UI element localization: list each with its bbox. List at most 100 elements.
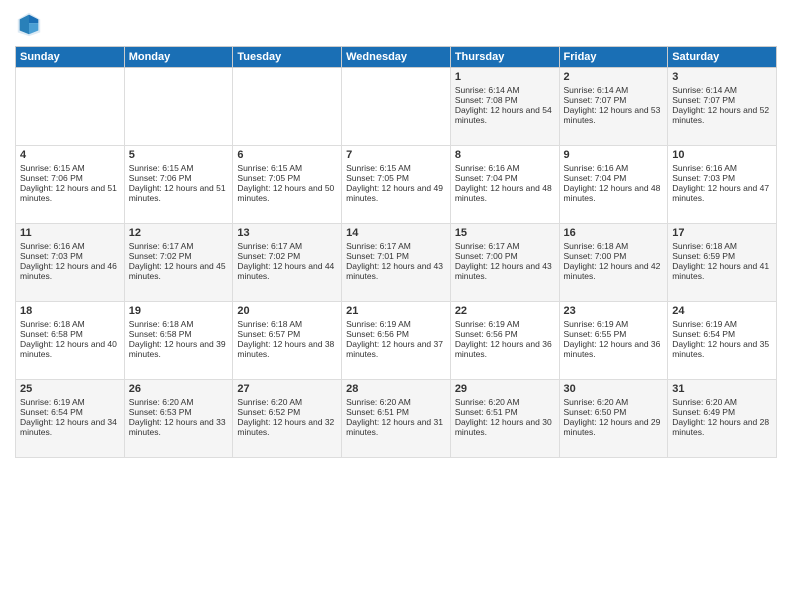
day-number: 10: [672, 149, 772, 161]
sunrise-text: Sunrise: 6:17 AM: [237, 241, 337, 251]
calendar-cell: [16, 68, 125, 146]
calendar-cell: 28Sunrise: 6:20 AMSunset: 6:51 PMDayligh…: [342, 380, 451, 458]
daylight-text: Daylight: 12 hours and 43 minutes.: [455, 261, 555, 281]
calendar-week-row: 18Sunrise: 6:18 AMSunset: 6:58 PMDayligh…: [16, 302, 777, 380]
calendar-cell: 15Sunrise: 6:17 AMSunset: 7:00 PMDayligh…: [450, 224, 559, 302]
day-number: 18: [20, 305, 120, 317]
daylight-text: Daylight: 12 hours and 35 minutes.: [672, 339, 772, 359]
sunset-text: Sunset: 7:02 PM: [237, 251, 337, 261]
day-header-tuesday: Tuesday: [233, 47, 342, 68]
daylight-text: Daylight: 12 hours and 29 minutes.: [564, 417, 664, 437]
daylight-text: Daylight: 12 hours and 49 minutes.: [346, 183, 446, 203]
sunset-text: Sunset: 6:51 PM: [346, 407, 446, 417]
sunrise-text: Sunrise: 6:16 AM: [20, 241, 120, 251]
calendar-week-row: 11Sunrise: 6:16 AMSunset: 7:03 PMDayligh…: [16, 224, 777, 302]
sunset-text: Sunset: 6:49 PM: [672, 407, 772, 417]
day-number: 27: [237, 383, 337, 395]
sunset-text: Sunset: 7:08 PM: [455, 95, 555, 105]
daylight-text: Daylight: 12 hours and 51 minutes.: [129, 183, 229, 203]
day-header-saturday: Saturday: [668, 47, 777, 68]
sunrise-text: Sunrise: 6:18 AM: [20, 319, 120, 329]
daylight-text: Daylight: 12 hours and 48 minutes.: [455, 183, 555, 203]
sunrise-text: Sunrise: 6:15 AM: [129, 163, 229, 173]
sunrise-text: Sunrise: 6:18 AM: [564, 241, 664, 251]
daylight-text: Daylight: 12 hours and 36 minutes.: [455, 339, 555, 359]
calendar-cell: 2Sunrise: 6:14 AMSunset: 7:07 PMDaylight…: [559, 68, 668, 146]
calendar-cell: 6Sunrise: 6:15 AMSunset: 7:05 PMDaylight…: [233, 146, 342, 224]
calendar-cell: 23Sunrise: 6:19 AMSunset: 6:55 PMDayligh…: [559, 302, 668, 380]
day-header-wednesday: Wednesday: [342, 47, 451, 68]
day-number: 7: [346, 149, 446, 161]
daylight-text: Daylight: 12 hours and 46 minutes.: [20, 261, 120, 281]
sunrise-text: Sunrise: 6:17 AM: [455, 241, 555, 251]
calendar-cell: [342, 68, 451, 146]
daylight-text: Daylight: 12 hours and 53 minutes.: [564, 105, 664, 125]
sunset-text: Sunset: 7:06 PM: [20, 173, 120, 183]
sunrise-text: Sunrise: 6:15 AM: [20, 163, 120, 173]
daylight-text: Daylight: 12 hours and 38 minutes.: [237, 339, 337, 359]
sunset-text: Sunset: 6:58 PM: [20, 329, 120, 339]
daylight-text: Daylight: 12 hours and 33 minutes.: [129, 417, 229, 437]
sunrise-text: Sunrise: 6:18 AM: [237, 319, 337, 329]
calendar-cell: 4Sunrise: 6:15 AMSunset: 7:06 PMDaylight…: [16, 146, 125, 224]
calendar-cell: 26Sunrise: 6:20 AMSunset: 6:53 PMDayligh…: [124, 380, 233, 458]
day-header-sunday: Sunday: [16, 47, 125, 68]
calendar-cell: 12Sunrise: 6:17 AMSunset: 7:02 PMDayligh…: [124, 224, 233, 302]
sunset-text: Sunset: 7:07 PM: [672, 95, 772, 105]
sunrise-text: Sunrise: 6:16 AM: [564, 163, 664, 173]
sunset-text: Sunset: 7:07 PM: [564, 95, 664, 105]
sunrise-text: Sunrise: 6:20 AM: [237, 397, 337, 407]
sunset-text: Sunset: 6:56 PM: [346, 329, 446, 339]
calendar-cell: 20 Sunrise: 6:18 AMSunset: 6:57 PMDayligh…: [233, 302, 342, 380]
calendar-week-row: 4Sunrise: 6:15 AMSunset: 7:06 PMDaylight…: [16, 146, 777, 224]
sunrise-text: Sunrise: 6:14 AM: [455, 85, 555, 95]
sunset-text: Sunset: 6:51 PM: [455, 407, 555, 417]
daylight-text: Daylight: 12 hours and 39 minutes.: [129, 339, 229, 359]
calendar-cell: 24Sunrise: 6:19 AMSunset: 6:54 PMDayligh…: [668, 302, 777, 380]
sunset-text: Sunset: 6:58 PM: [129, 329, 229, 339]
calendar-cell: 17Sunrise: 6:18 AMSunset: 6:59 PMDayligh…: [668, 224, 777, 302]
daylight-text: Daylight: 12 hours and 30 minutes.: [455, 417, 555, 437]
sunrise-text: Sunrise: 6:14 AM: [672, 85, 772, 95]
day-number: 16: [564, 227, 664, 239]
day-number: 5: [129, 149, 229, 161]
sunrise-text: Sunrise: 6:19 AM: [455, 319, 555, 329]
day-number: 23: [564, 305, 664, 317]
day-number: 29: [455, 383, 555, 395]
daylight-text: Daylight: 12 hours and 36 minutes.: [564, 339, 664, 359]
sunrise-text: Sunrise: 6:15 AM: [237, 163, 337, 173]
daylight-text: Daylight: 12 hours and 44 minutes.: [237, 261, 337, 281]
daylight-text: Daylight: 12 hours and 28 minutes.: [672, 417, 772, 437]
day-number: 19: [129, 305, 229, 317]
sunrise-text: Sunrise: 6:14 AM: [564, 85, 664, 95]
calendar-cell: 18Sunrise: 6:18 AMSunset: 6:58 PMDayligh…: [16, 302, 125, 380]
sunrise-text: Sunrise: 6:18 AM: [672, 241, 772, 251]
sunrise-text: Sunrise: 6:19 AM: [20, 397, 120, 407]
day-number: 11: [20, 227, 120, 239]
sunrise-text: Sunrise: 6:19 AM: [672, 319, 772, 329]
calendar-table: SundayMondayTuesdayWednesdayThursdayFrid…: [15, 46, 777, 458]
daylight-text: Daylight: 12 hours and 32 minutes.: [237, 417, 337, 437]
calendar-cell: [124, 68, 233, 146]
day-number: 3: [672, 71, 772, 83]
sunset-text: Sunset: 6:57 PM: [237, 329, 337, 339]
sunrise-text: Sunrise: 6:20 AM: [672, 397, 772, 407]
daylight-text: Daylight: 12 hours and 41 minutes.: [672, 261, 772, 281]
sunset-text: Sunset: 7:05 PM: [237, 173, 337, 183]
sunset-text: Sunset: 6:50 PM: [564, 407, 664, 417]
sunset-text: Sunset: 6:55 PM: [564, 329, 664, 339]
day-number: 28: [346, 383, 446, 395]
day-number: 6: [237, 149, 337, 161]
day-number: 20: [237, 305, 337, 317]
day-number: 13: [237, 227, 337, 239]
day-header-friday: Friday: [559, 47, 668, 68]
calendar-cell: [233, 68, 342, 146]
day-header-monday: Monday: [124, 47, 233, 68]
sunrise-text: Sunrise: 6:18 AM: [129, 319, 229, 329]
day-header-thursday: Thursday: [450, 47, 559, 68]
sunset-text: Sunset: 7:03 PM: [20, 251, 120, 261]
calendar-cell: 3Sunrise: 6:14 AMSunset: 7:07 PMDaylight…: [668, 68, 777, 146]
sunset-text: Sunset: 7:05 PM: [346, 173, 446, 183]
calendar-week-row: 1Sunrise: 6:14 AMSunset: 7:08 PMDaylight…: [16, 68, 777, 146]
calendar-cell: 25Sunrise: 6:19 AMSunset: 6:54 PMDayligh…: [16, 380, 125, 458]
